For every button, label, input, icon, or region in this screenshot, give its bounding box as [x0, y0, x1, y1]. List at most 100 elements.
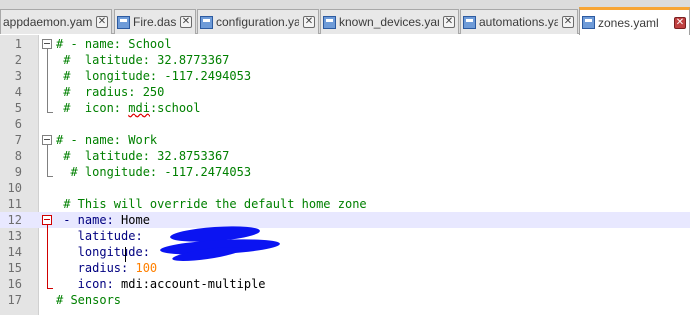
close-icon[interactable]: ✕ — [96, 16, 108, 28]
line-number: 13 — [7, 229, 22, 243]
line-number: 2 — [14, 53, 22, 67]
code-line[interactable]: 3 # longitude: -117.2494053 — [0, 68, 690, 84]
tab-5[interactable]: zones.yaml ✕ — [579, 7, 690, 35]
close-icon[interactable]: ✕ — [443, 16, 455, 28]
code-token: # icon: — [56, 101, 129, 115]
tab-label: zones.yaml — [598, 15, 659, 30]
line-text: latitude: — [56, 228, 143, 244]
fold-guide-block-3 — [47, 224, 48, 288]
line-text: icon: mdi:account-multiple — [56, 276, 266, 292]
fold-guide-block-1 — [47, 48, 48, 112]
code-line[interactable]: 13 latitude: — [0, 228, 690, 244]
line-number: 15 — [7, 261, 22, 275]
current-line[interactable]: 12 - name: Home — [0, 212, 690, 228]
line-number: 4 — [14, 85, 22, 99]
line-number: 12 — [7, 213, 22, 227]
fold-end-block-2 — [47, 176, 53, 177]
line-text: # longitude: -117.2494053 — [56, 68, 251, 84]
line-number: 5 — [14, 101, 22, 115]
line-text: # latitude: 32.8753367 — [56, 148, 229, 164]
line-text: # Sensors — [56, 292, 121, 308]
code-line[interactable]: 11 # This will override the default home… — [0, 196, 690, 212]
line-text: # icon: mdi:school — [56, 100, 201, 116]
code-line[interactable]: 14 longitude: — [0, 244, 690, 260]
code-token: longitude: — [56, 245, 150, 259]
code-editor[interactable]: 1 # - name: School 2 # latitude: 32.877336… — [0, 35, 690, 315]
code-line[interactable]: 16 icon: mdi:account-multiple — [0, 276, 690, 292]
line-number: 6 — [14, 117, 22, 131]
tab-label: appdaemon.yaml — [3, 15, 92, 29]
code-line[interactable]: 2 # latitude: 32.8773367 — [0, 52, 690, 68]
code-token: # latitude: 32.8773367 — [56, 53, 230, 67]
line-text: # - name: Work — [56, 132, 157, 148]
file-icon — [582, 16, 595, 29]
line-text: # longitude: -117.2474053 — [56, 164, 251, 180]
code-token: # longitude: -117.2494053 — [56, 69, 252, 83]
code-token: # latitude: 32.8753367 — [56, 149, 230, 163]
close-icon[interactable]: ✕ — [180, 16, 192, 28]
code-line[interactable]: 9 # longitude: -117.2474053 — [0, 164, 690, 180]
code-token: radius: — [56, 261, 129, 275]
code-line[interactable]: 8 # latitude: 32.8753367 — [0, 148, 690, 164]
code-line[interactable]: 6 — [0, 116, 690, 132]
line-number: 11 — [7, 197, 22, 211]
fold-end-block-3 — [47, 288, 53, 289]
code-token: # - name: Work — [56, 133, 158, 147]
close-icon[interactable]: ✕ — [303, 16, 315, 28]
tab-4[interactable]: automations.yaml ✕ — [460, 9, 578, 34]
line-number: 1 — [14, 37, 22, 51]
fold-guide-block-2 — [47, 144, 48, 176]
fold-end-block-1 — [47, 112, 53, 113]
close-icon[interactable]: ✕ — [562, 16, 574, 28]
tab-label: Fire.dash — [133, 15, 176, 29]
line-number: 9 — [14, 165, 22, 179]
code-line[interactable]: 10 — [0, 180, 690, 196]
code-token: Home — [113, 213, 150, 227]
code-token: # - name: School — [56, 37, 172, 51]
line-text: # latitude: 32.8773367 — [56, 52, 229, 68]
code-token: mdi — [128, 101, 150, 115]
code-line[interactable]: 1 # - name: School — [0, 36, 690, 52]
tab-label: automations.yaml — [479, 15, 558, 29]
file-icon — [200, 15, 213, 29]
code-token: # This will override the default home zo… — [56, 197, 367, 211]
code-token: # Sensors — [56, 293, 122, 307]
code-token: mdi:account-multiple — [113, 277, 266, 291]
line-text: # radius: 250 — [56, 84, 164, 100]
code-token: icon: — [56, 277, 114, 291]
code-token: 100 — [128, 261, 158, 275]
line-number: 16 — [7, 277, 22, 291]
line-number: 8 — [14, 149, 22, 163]
code-token: # radius: 250 — [56, 85, 165, 99]
line-number: 14 — [7, 245, 22, 259]
code-line[interactable]: 7 # - name: Work — [0, 132, 690, 148]
code-token: :school — [149, 101, 201, 115]
tab-0[interactable]: appdaemon.yaml ✕ — [0, 9, 112, 34]
line-number: 7 — [14, 133, 22, 147]
line-text: - name: Home — [56, 212, 150, 228]
file-icon — [323, 15, 336, 29]
code-token: latitude: — [56, 229, 143, 243]
tab-label: known_devices.yaml — [339, 15, 439, 29]
line-number: 3 — [14, 69, 22, 83]
code-line[interactable]: 17 # Sensors — [0, 292, 690, 308]
line-text: radius: 100 — [56, 260, 157, 276]
code-token: - name: — [56, 213, 114, 227]
text-caret — [125, 247, 126, 262]
line-text: longitude: — [56, 244, 150, 260]
tab-bar: appdaemon.yaml✕Fire.dash✕configuration.y… — [0, 0, 690, 35]
close-icon[interactable]: ✕ — [674, 16, 686, 29]
tab-2[interactable]: configuration.yaml ✕ — [197, 9, 319, 34]
code-token: # longitude: -117.2474053 — [56, 165, 252, 179]
tab-3[interactable]: known_devices.yaml ✕ — [320, 9, 459, 34]
code-line[interactable]: 15 radius: 100 — [0, 260, 690, 276]
code-line[interactable]: 4 # radius: 250 — [0, 84, 690, 100]
file-icon — [463, 15, 476, 29]
code-line[interactable]: 5 # icon: mdi:school — [0, 100, 690, 116]
file-icon — [117, 15, 130, 29]
line-text: # - name: School — [56, 36, 172, 52]
tab-1[interactable]: Fire.dash ✕ — [114, 9, 196, 34]
line-number: 10 — [7, 181, 22, 195]
tab-label: configuration.yaml — [216, 15, 299, 29]
line-number: 17 — [7, 293, 22, 307]
